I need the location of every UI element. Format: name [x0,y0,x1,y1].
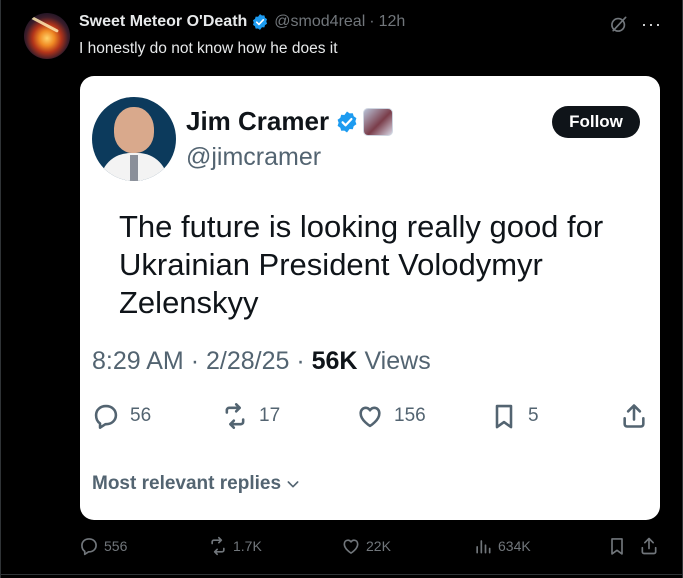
author-name[interactable]: Sweet Meteor O'Death [79,13,247,31]
quoted-tweet-text: The future is looking really good for Uk… [119,209,604,320]
verified-badge-icon [253,14,268,30]
reply-button[interactable]: 56 [92,402,151,430]
outer-share-button[interactable] [639,536,664,556]
embedded-tweet-card[interactable]: Jim Cramer @jimcramer Follow The future … [80,76,660,520]
relevant-label: Most relevant replies [92,473,282,494]
outer-like-button[interactable]: 22K [341,536,391,556]
outer-tweet-header: Sweet Meteor O'Death @smod4real · 12h [79,13,405,31]
share-icon [641,537,657,555]
outer-bookmark-button[interactable] [607,536,632,556]
outer-views-button[interactable]: 634K [473,536,531,556]
quoted-author-name[interactable]: Jim Cramer [186,106,329,137]
meteor-streak [31,16,59,33]
bookmark-button[interactable]: 5 [490,402,539,430]
tweet-timestamp[interactable]: 12h [379,13,406,31]
header-separator: · [369,13,375,30]
tweet-frame: Sweet Meteor O'Death @smod4real · 12h ··… [0,0,683,578]
reply-icon [94,404,118,429]
bookmark-icon [611,538,623,555]
follow-button[interactable]: Follow [552,106,640,138]
like-count: 156 [394,405,426,426]
repost-count: 17 [259,405,281,426]
quoted-author-avatar[interactable] [92,97,176,181]
outer-like-count: 22K [366,538,391,554]
quoted-author-name-row: Jim Cramer [186,106,394,137]
bookmark-icon [495,404,513,429]
share-button[interactable] [620,402,658,430]
heart-icon [343,539,359,554]
like-button[interactable]: 156 [356,402,426,430]
outer-reply-button[interactable]: 556 [79,536,127,556]
avatar-face [114,107,154,153]
author-handle[interactable]: @smod4real [274,13,365,31]
heart-icon [359,406,381,428]
quoted-tweet-meta: 8:29 AM · 2/28/25 · 56K Views [92,347,431,376]
chevron-down-icon [287,481,299,488]
tweet-text: I honestly do not know how he does it [79,40,338,57]
repost-button[interactable]: 17 [221,402,280,430]
outer-repost-button[interactable]: 1.7K [208,536,262,556]
verified-badge-icon [337,111,357,132]
reply-icon [81,538,97,556]
more-options-icon[interactable]: ··· [641,14,662,35]
outer-reply-count: 556 [104,538,128,554]
outer-action-bar: 556 1.7K 22K 634K [79,536,663,558]
most-relevant-replies-dropdown[interactable]: Most relevant replies [92,473,301,495]
grok-icon[interactable] [609,14,629,34]
share-icon [623,404,645,428]
repost-icon [225,403,245,429]
avatar-tie [130,155,138,181]
reply-count: 56 [130,405,152,426]
quoted-tweet-date[interactable]: 2/28/25 [206,347,289,375]
bookmark-count: 5 [528,405,539,426]
outer-views-count: 634K [498,538,531,554]
repost-icon [211,536,225,556]
quoted-tweet-time[interactable]: 8:29 AM [92,347,184,375]
views-label: Views [364,347,431,375]
views-count: 56K [311,347,358,375]
quoted-author-handle[interactable]: @jimcramer [186,143,321,172]
affiliation-badge-icon[interactable] [363,107,394,136]
outer-repost-count: 1.7K [233,538,262,554]
meta-separator: · [190,347,200,375]
quoted-action-bar: 56 17 156 5 [92,402,648,432]
meta-separator: · [296,347,305,375]
tweet-divider [1,574,683,575]
author-avatar[interactable] [24,13,70,59]
analytics-icon [476,540,491,554]
